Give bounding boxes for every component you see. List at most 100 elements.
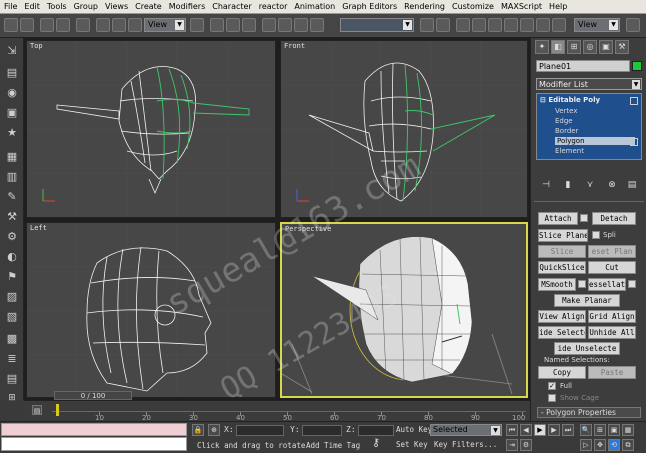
reset-plane-button[interactable]: eset Plan xyxy=(588,245,636,258)
align-icon[interactable]: ⇲ xyxy=(4,42,20,58)
set-key-button[interactable]: Set Key xyxy=(396,440,428,449)
full-checkbox[interactable]: ✓ xyxy=(548,382,556,390)
gear-icon[interactable]: ⚙ xyxy=(4,228,20,244)
object-name-field[interactable]: Plane01 xyxy=(536,60,630,72)
menu-customize[interactable]: Customize xyxy=(452,2,494,11)
list-icon[interactable]: ≣ xyxy=(4,350,20,366)
go-to-start-icon[interactable]: ⏮ xyxy=(506,424,518,436)
pivot-center-icon[interactable] xyxy=(190,18,204,32)
menu-file[interactable]: File xyxy=(4,2,17,11)
paint-icon[interactable]: ▤ xyxy=(4,370,20,386)
x-coordinate-field[interactable] xyxy=(236,425,284,436)
redo-icon[interactable] xyxy=(20,18,34,32)
menu-reactor[interactable]: reactor xyxy=(259,2,288,11)
hierarchy-tab-icon[interactable]: ⊞ xyxy=(567,40,581,54)
polygon-properties-rollout-header[interactable]: - Polygon Properties xyxy=(537,407,641,418)
align-icon[interactable] xyxy=(436,18,450,32)
link-icon[interactable] xyxy=(40,18,54,32)
tape-icon[interactable]: ✎ xyxy=(4,188,20,204)
attach-settings-box[interactable] xyxy=(580,214,588,222)
stack-item-edge[interactable]: Edge xyxy=(555,117,573,125)
key-mode-toggle-icon[interactable]: ⇥ xyxy=(506,439,518,451)
viewport-top[interactable]: Top xyxy=(26,40,276,218)
detach-button[interactable]: Detach xyxy=(592,212,636,225)
tessellate-button[interactable]: essellat xyxy=(588,278,626,291)
render-view-dropdown[interactable]: View ▼ xyxy=(574,18,620,32)
stack-toggle-box[interactable] xyxy=(630,97,638,105)
field-of-view-icon[interactable]: ▷ xyxy=(580,439,592,451)
time-track[interactable]: 10 20 30 40 50 60 70 80 90 100 xyxy=(52,404,526,422)
menu-modifiers[interactable]: Modifiers xyxy=(169,2,206,11)
layer-manager-icon[interactable] xyxy=(456,18,470,32)
split-checkbox[interactable] xyxy=(592,231,600,239)
menu-create[interactable]: Create xyxy=(135,2,162,11)
maximize-viewport-icon[interactable]: ⧉ xyxy=(622,439,634,451)
undo-icon[interactable] xyxy=(4,18,18,32)
maxscript-listener-input[interactable] xyxy=(1,437,187,451)
previous-frame-icon[interactable]: ◀ xyxy=(520,424,532,436)
menu-views[interactable]: Views xyxy=(105,2,128,11)
modifier-list-dropdown[interactable]: Modifier List ▼ xyxy=(536,78,642,90)
shape-icon[interactable]: ◉ xyxy=(4,84,20,100)
stack-item-box[interactable] xyxy=(630,138,638,146)
add-time-tag[interactable]: Add Time Tag xyxy=(306,441,360,450)
curve-editor-icon[interactable] xyxy=(472,18,486,32)
copy-button[interactable]: Copy xyxy=(538,366,586,379)
object-color-swatch[interactable] xyxy=(632,61,642,71)
stack-item-polygon[interactable]: Polygon xyxy=(555,137,635,145)
utilities-icon[interactable]: ⚑ xyxy=(4,268,20,284)
time-config-icon[interactable]: ⚙ xyxy=(520,439,532,451)
make-unique-icon[interactable]: ⋎ xyxy=(584,179,596,191)
zoom-all-icon[interactable]: ⊞ xyxy=(594,424,606,436)
arc-rotate-icon[interactable]: ⟲ xyxy=(608,439,620,451)
selection-region-icon[interactable] xyxy=(128,18,142,32)
remove-modifier-icon[interactable]: ⊗ xyxy=(606,179,618,191)
attach-button[interactable]: Attach xyxy=(538,212,578,225)
quick-render-icon[interactable] xyxy=(536,18,550,32)
display-icon[interactable]: ◐ xyxy=(4,248,20,264)
tessellate-settings-box[interactable] xyxy=(628,280,636,288)
motion-icon[interactable]: ▧ xyxy=(4,308,20,324)
unlink-icon[interactable] xyxy=(56,18,70,32)
zoom-extents-all-icon[interactable]: ▦ xyxy=(622,424,634,436)
menu-character[interactable]: Character xyxy=(212,2,252,11)
msmooth-button[interactable]: MSmooth xyxy=(538,278,576,291)
key-icon[interactable]: ⚷ xyxy=(372,436,380,449)
viewport-front[interactable]: Front xyxy=(280,40,528,218)
msmooth-settings-box[interactable] xyxy=(578,280,586,288)
hide-selected-button[interactable]: ide Selecte xyxy=(538,326,586,339)
unhide-all-button[interactable]: Unhide All xyxy=(588,326,636,339)
absolute-mode-icon[interactable]: ⊕ xyxy=(208,424,220,436)
light-icon[interactable]: ★ xyxy=(4,124,20,140)
material-editor-icon[interactable] xyxy=(504,18,518,32)
angle-snap-icon[interactable] xyxy=(278,18,292,32)
menu-animation[interactable]: Animation xyxy=(294,2,335,11)
spinner-snap-icon[interactable] xyxy=(310,18,324,32)
grid-align-button[interactable]: Grid Align xyxy=(588,310,636,323)
modify-icon[interactable]: ▨ xyxy=(4,288,20,304)
render-last-icon[interactable] xyxy=(626,18,640,32)
snap-toggle-icon[interactable] xyxy=(262,18,276,32)
stack-item-border[interactable]: Border xyxy=(555,127,578,135)
layers-icon[interactable]: ▥ xyxy=(4,168,20,184)
schematic-view-icon[interactable] xyxy=(488,18,502,32)
create-tab-icon[interactable]: ✦ xyxy=(535,40,549,54)
reference-coordinate-dropdown[interactable]: View ▼ xyxy=(144,18,186,32)
menu-graph-editors[interactable]: Graph Editors xyxy=(342,2,397,11)
display-tab-icon[interactable]: ▣ xyxy=(599,40,613,54)
percent-snap-icon[interactable] xyxy=(294,18,308,32)
grid-icon[interactable]: ▩ xyxy=(4,330,20,346)
quickslice-button[interactable]: QuickSlice xyxy=(538,261,586,274)
motion-tab-icon[interactable]: ◎ xyxy=(583,40,597,54)
pan-icon[interactable]: ✥ xyxy=(594,439,606,451)
z-coordinate-field[interactable] xyxy=(358,425,394,436)
modify-tab-icon[interactable]: ◧ xyxy=(551,40,565,54)
make-planar-button[interactable]: Make Planar xyxy=(554,294,620,307)
view-align-button[interactable]: View Align xyxy=(538,310,586,323)
paste-button[interactable]: Paste xyxy=(588,366,636,379)
key-mode-dropdown[interactable]: Selected ▼ xyxy=(430,424,502,436)
auto-key-button[interactable]: Auto Key xyxy=(396,425,432,434)
y-coordinate-field[interactable] xyxy=(302,425,342,436)
go-to-end-icon[interactable]: ⏭ xyxy=(562,424,574,436)
select-rotate-icon[interactable] xyxy=(226,18,240,32)
